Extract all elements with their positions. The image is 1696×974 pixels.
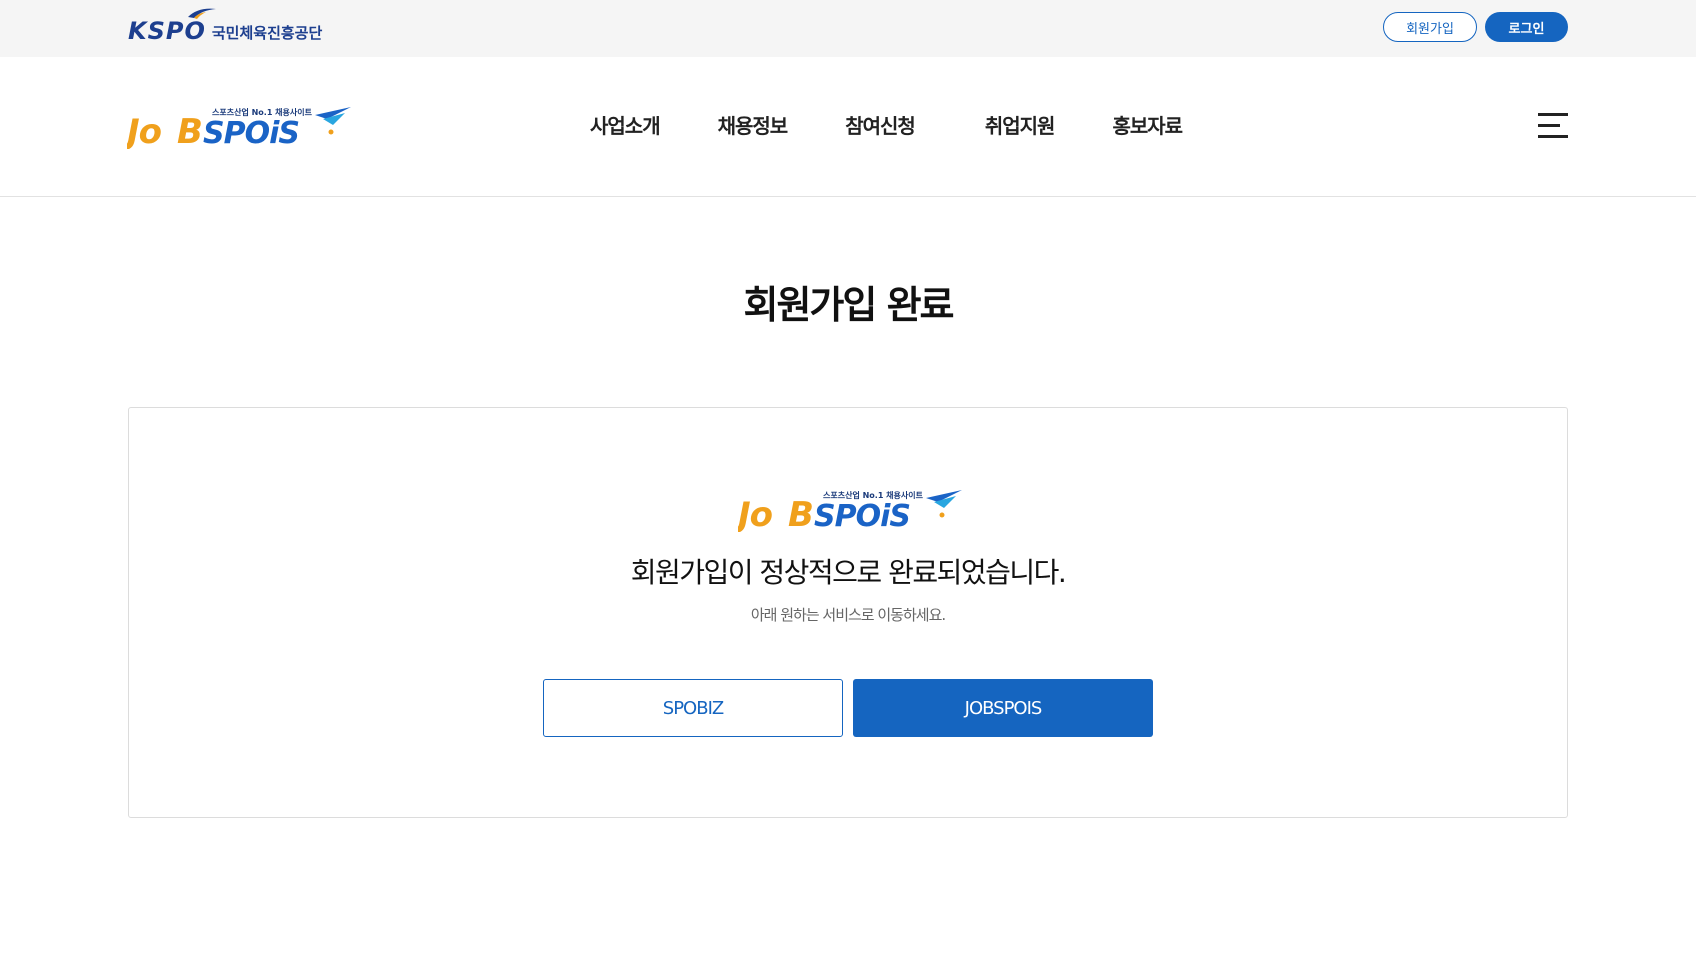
jobspois-logo[interactable]: Jo B SPOiS 스포츠산업 No.1 채용사이트: [127, 105, 351, 149]
nav-item-employment-support[interactable]: 취업지원: [985, 109, 1056, 143]
logo-text-spois: SPOiS: [203, 116, 299, 149]
join-button[interactable]: 회원가입: [1383, 12, 1477, 42]
card-logo-dot: [939, 512, 945, 518]
spobiz-button[interactable]: SPOBIZ: [543, 679, 843, 737]
signup-success-message: 회원가입이 정상적으로 완료되었습니다.: [630, 556, 1067, 589]
logo-dot: [328, 129, 334, 135]
page-title: 회원가입 완료: [743, 283, 955, 327]
signup-complete-card: Jo B SPOiS 스포츠산업 No.1 채용사이트 회원가입이 정상적으로 …: [128, 407, 1568, 818]
signup-sub-message: 아래 원하는 서비스로 이동하세요.: [750, 606, 946, 624]
kspo-name: 국민체육진흥공단: [211, 24, 323, 42]
login-button[interactable]: 로그인: [1485, 12, 1568, 42]
logo-text-b: B: [177, 112, 203, 149]
top-utility-bar: KSPO 국민체육진흥공단 회원가입 로그인: [0, 0, 1696, 57]
nav-item-job-info[interactable]: 채용정보: [718, 109, 789, 143]
nav-item-participation[interactable]: 참여신청: [845, 109, 916, 143]
nav-item-business-intro[interactable]: 사업소개: [590, 109, 661, 143]
card-logo-text-b: B: [788, 495, 814, 532]
card-logo-tagline: 스포츠산업 No.1 채용사이트: [823, 490, 924, 500]
kspo-swoosh-icon: [188, 8, 216, 19]
card-logo-text-jo: Jo: [738, 495, 773, 532]
logo-text-jo: Jo: [127, 112, 162, 149]
jobspois-button[interactable]: JOBSPOIS: [853, 679, 1153, 737]
nav-menu: 사업소개 채용정보 참여신청 취업지원 홍보자료: [590, 109, 1240, 143]
kspo-logo[interactable]: KSPO 국민체육진흥공단: [128, 8, 323, 45]
nav-item-promotion[interactable]: 홍보자료: [1112, 109, 1183, 143]
card-jobspois-logo: Jo B SPOiS 스포츠산업 No.1 채용사이트: [738, 490, 962, 532]
card-logo-text-spois: SPOiS: [814, 499, 910, 532]
hamburger-menu-icon[interactable]: [1538, 113, 1568, 139]
main-navbar: Jo B SPOiS 스포츠산업 No.1 채용사이트 사업소개 채용정보 참여…: [0, 57, 1696, 197]
kspo-mark: KSPO: [128, 17, 206, 45]
logo-tagline: 스포츠산업 No.1 채용사이트: [212, 107, 313, 117]
